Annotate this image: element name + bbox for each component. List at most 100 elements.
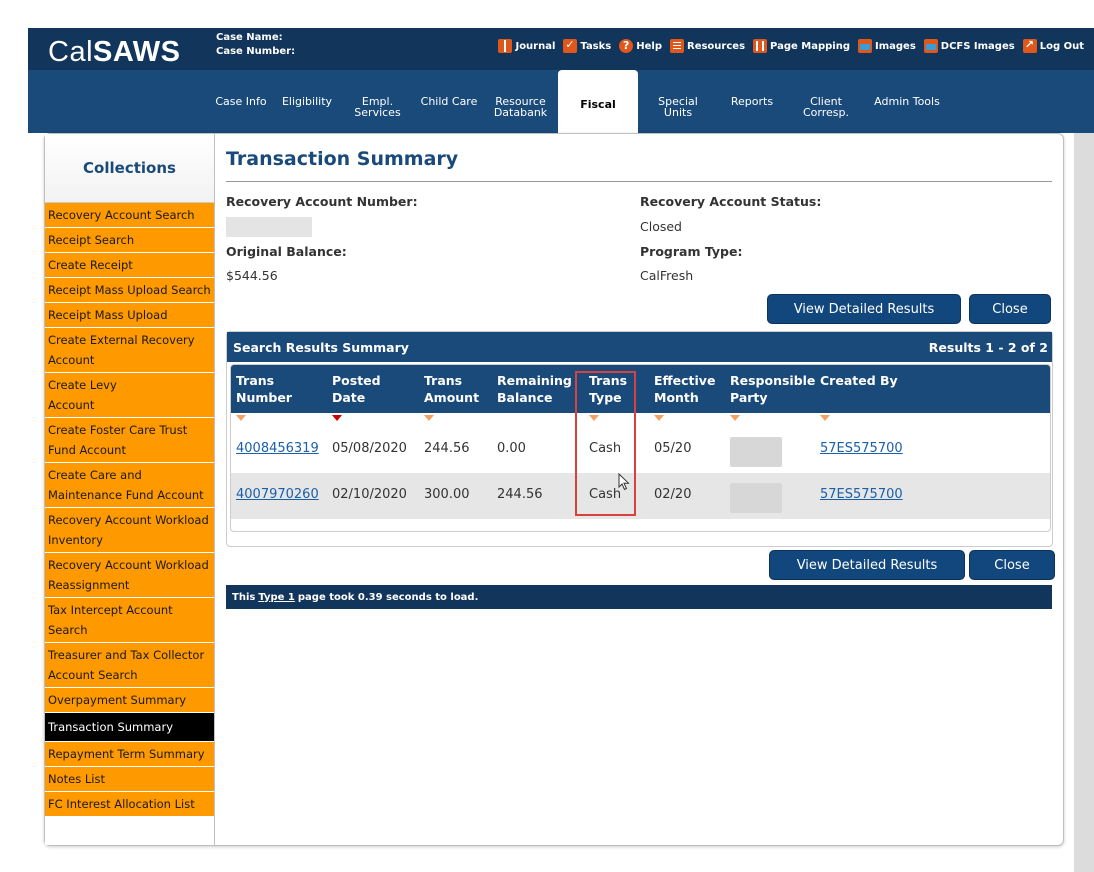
- case-number-label: Case Number:: [216, 46, 296, 57]
- view-detailed-results-button-top[interactable]: View Detailed Results: [767, 294, 961, 324]
- sort-arrow-icon[interactable]: [332, 415, 342, 421]
- sidebar: Collections Recovery Account Search Rece…: [45, 134, 215, 845]
- tasks-link[interactable]: Tasks: [563, 38, 611, 53]
- sidebar-item-create-receipt[interactable]: Create Receipt: [45, 253, 214, 278]
- view-detailed-results-button-bottom[interactable]: View Detailed Results: [769, 550, 965, 580]
- tab-admin-tools[interactable]: Admin Tools: [866, 70, 948, 133]
- program-type-label: Program Type:: [640, 244, 743, 259]
- sidebar-item-treasurer-and-tax-collector-account-search[interactable]: Treasurer and Tax Collector Account Sear…: [45, 643, 214, 688]
- tasks-icon: [563, 38, 578, 53]
- sidebar-item-overpayment-summary[interactable]: Overpayment Summary: [45, 688, 214, 713]
- tab-client-corresp[interactable]: Client Corresp.: [786, 70, 866, 133]
- search-results-panel: Search Results Summary Results 1 - 2 of …: [226, 331, 1053, 547]
- sort-arrow-icon[interactable]: [730, 415, 740, 421]
- sort-arrow-icon[interactable]: [424, 415, 434, 421]
- help-link[interactable]: ? Help: [619, 39, 662, 53]
- column-header-created-by[interactable]: Created By: [820, 372, 898, 389]
- sort-arrow-icon[interactable]: [236, 415, 246, 421]
- trans-type-highlight-box: [575, 371, 636, 516]
- search-results-title: Search Results Summary: [233, 339, 409, 355]
- posted-date-cell: 02/10/2020: [332, 487, 407, 502]
- effective-month-cell: 05/20: [654, 441, 692, 456]
- title-divider: [226, 181, 1052, 182]
- images-link[interactable]: Images: [857, 39, 916, 53]
- sidebar-item-transaction-summary[interactable]: Transaction Summary: [45, 713, 214, 742]
- type-1-link[interactable]: Type 1: [258, 592, 295, 603]
- tab-case-info[interactable]: Case Info: [208, 70, 274, 133]
- utility-links: Journal Tasks ?Help Resources Page Mappi…: [498, 38, 1084, 53]
- sidebar-item-repayment-term-summary[interactable]: Repayment Term Summary: [45, 742, 214, 767]
- sidebar-item-receipt-search[interactable]: Receipt Search: [45, 228, 214, 253]
- sidebar-item-recovery-account-search[interactable]: Recovery Account Search: [45, 203, 214, 228]
- table-header: Trans Number Posted Date Trans Amount Remai…: [231, 365, 1050, 413]
- sidebar-item-create-care-and-maintenance-fund-account[interactable]: Create Care and Maintenance Fund Account: [45, 463, 214, 508]
- help-icon: ?: [619, 39, 634, 53]
- page-mapping-icon: [753, 39, 768, 53]
- sidebar-item-create-foster-care-trust-fund-account[interactable]: Create Foster Care Trust Fund Account: [45, 418, 214, 463]
- tab-reports[interactable]: Reports: [718, 70, 786, 133]
- table-row: 4008456319 05/08/2020 244.56 0.00 Cash 0…: [231, 427, 1050, 473]
- sort-indicator-row: [231, 413, 1050, 427]
- page-load-footer: This Type 1 page took 0.39 seconds to lo…: [226, 585, 1052, 609]
- log-out-link[interactable]: Log Out: [1022, 38, 1084, 53]
- logout-icon: [1022, 38, 1037, 53]
- original-balance-label: Original Balance:: [226, 244, 347, 259]
- tab-resource-databank[interactable]: Resource Databank: [483, 70, 558, 133]
- recovery-account-number-label: Recovery Account Number:: [226, 194, 418, 209]
- sidebar-item-receipt-mass-upload-search[interactable]: Receipt Mass Upload Search: [45, 278, 214, 303]
- sort-arrow-icon[interactable]: [654, 415, 664, 421]
- resources-link[interactable]: Resources: [670, 39, 745, 53]
- original-balance-value: $544.56: [226, 268, 278, 283]
- program-type-value: CalFresh: [640, 268, 694, 283]
- effective-month-cell: 02/20: [654, 487, 692, 502]
- app-window: CalSAWS Case Name: Case Number: Journal …: [10, 0, 1094, 872]
- calsaws-logo[interactable]: CalSAWS: [48, 36, 180, 69]
- page-mapping-link[interactable]: Page Mapping: [753, 39, 850, 53]
- column-header-trans-amount[interactable]: Trans Amount: [424, 372, 479, 406]
- top-bar: CalSAWS Case Name: Case Number: Journal …: [28, 28, 1094, 70]
- column-header-posted-date[interactable]: Posted Date: [332, 372, 381, 406]
- page-title: Transaction Summary: [226, 148, 459, 170]
- tab-child-care[interactable]: Child Care: [415, 70, 483, 133]
- tab-empl-services[interactable]: Empl. Services: [340, 70, 415, 133]
- mouse-cursor-icon: [618, 473, 630, 491]
- close-button-bottom[interactable]: Close: [969, 550, 1055, 580]
- trans-number-link[interactable]: 4008456319: [236, 441, 319, 456]
- images-icon: [923, 39, 938, 53]
- tab-special-units[interactable]: Special Units: [638, 70, 718, 133]
- responsible-party-redacted: [730, 483, 782, 513]
- dcfs-images-link[interactable]: DCFS Images: [923, 39, 1015, 53]
- remaining-balance-cell: 244.56: [497, 487, 543, 502]
- sort-arrow-icon[interactable]: [820, 415, 830, 421]
- sidebar-item-recovery-account-workload-reassignment[interactable]: Recovery Account Workload Reassignment: [45, 553, 214, 598]
- recovery-account-number-value-redacted: [226, 217, 312, 237]
- column-header-remaining-balance[interactable]: Remaining Balance: [497, 372, 572, 406]
- created-by-link[interactable]: 57ES575700: [820, 487, 903, 502]
- sidebar-item-receipt-mass-upload[interactable]: Receipt Mass Upload: [45, 303, 214, 328]
- tab-fiscal[interactable]: Fiscal: [558, 70, 638, 133]
- sidebar-item-create-levy-account[interactable]: Create Levy Account: [45, 373, 214, 418]
- close-button-top[interactable]: Close: [969, 294, 1051, 324]
- journal-link[interactable]: Journal: [498, 39, 555, 53]
- column-header-effective-month[interactable]: Effective Month: [654, 372, 715, 406]
- recovery-account-status-value: Closed: [640, 219, 682, 234]
- sidebar-item-create-external-recovery-account[interactable]: Create External Recovery Account: [45, 328, 214, 373]
- trans-amount-cell: 244.56: [424, 441, 470, 456]
- column-header-trans-number[interactable]: Trans Number: [236, 372, 292, 406]
- sidebar-item-recovery-account-workload-inventory[interactable]: Recovery Account Workload Inventory: [45, 508, 214, 553]
- trans-number-link[interactable]: 4007970260: [236, 487, 319, 502]
- sidebar-title: Collections: [45, 134, 214, 203]
- column-header-responsible-party[interactable]: Responsible Party: [730, 372, 815, 406]
- tab-eligibility[interactable]: Eligibility: [274, 70, 340, 133]
- case-info: Case Name: Case Number:: [216, 31, 295, 59]
- responsible-party-redacted: [730, 437, 782, 467]
- case-name-label: Case Name:: [216, 32, 283, 43]
- resources-icon: [670, 39, 684, 53]
- sidebar-item-notes-list[interactable]: Notes List: [45, 767, 214, 792]
- sidebar-item-fc-interest-allocation-list[interactable]: FC Interest Allocation List: [45, 792, 214, 817]
- recovery-account-status-label: Recovery Account Status:: [640, 194, 822, 209]
- sidebar-item-tax-intercept-account-search[interactable]: Tax Intercept Account Search: [45, 598, 214, 643]
- main-nav: Case Info Eligibility Empl. Services Chil…: [28, 70, 1094, 133]
- created-by-link[interactable]: 57ES575700: [820, 441, 903, 456]
- content-panel: Collections Recovery Account Search Rece…: [44, 133, 1064, 846]
